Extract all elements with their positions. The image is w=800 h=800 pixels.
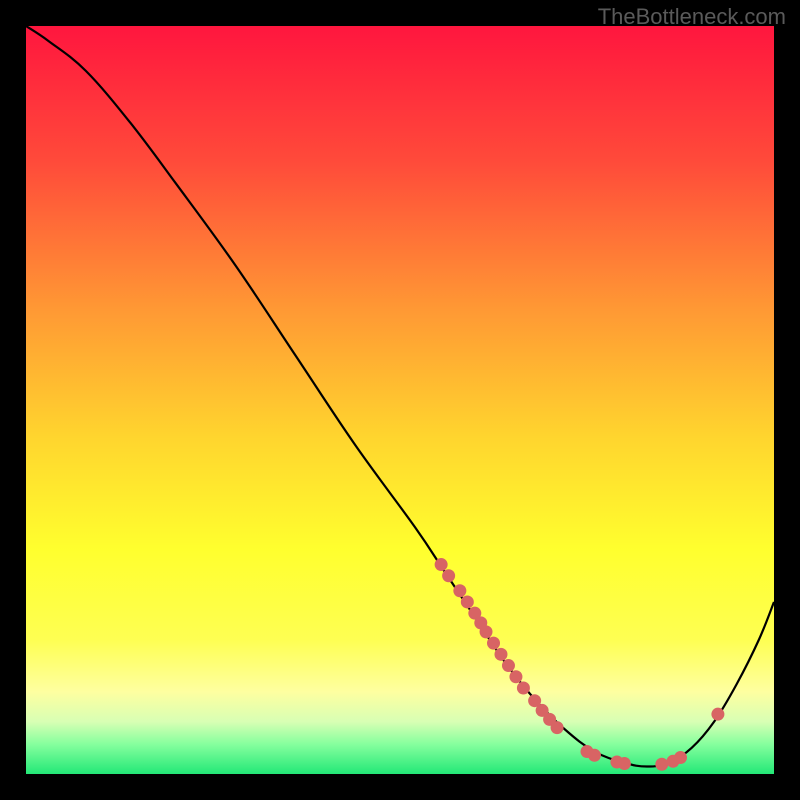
- data-point: [502, 659, 515, 672]
- data-point: [509, 670, 522, 683]
- data-point: [674, 751, 687, 764]
- data-point: [655, 758, 668, 771]
- data-point: [453, 584, 466, 597]
- data-point: [461, 595, 474, 608]
- data-point: [517, 681, 530, 694]
- data-point: [588, 749, 601, 762]
- data-point: [442, 569, 455, 582]
- data-point: [494, 648, 507, 661]
- data-point: [435, 558, 448, 571]
- chart-svg: [26, 26, 774, 774]
- data-point: [551, 721, 564, 734]
- data-point: [487, 637, 500, 650]
- chart-plot-area: [26, 26, 774, 774]
- data-point: [711, 708, 724, 721]
- data-point: [480, 625, 493, 638]
- data-point: [618, 757, 631, 770]
- watermark-text: TheBottleneck.com: [598, 4, 786, 30]
- chart-background: [26, 26, 774, 774]
